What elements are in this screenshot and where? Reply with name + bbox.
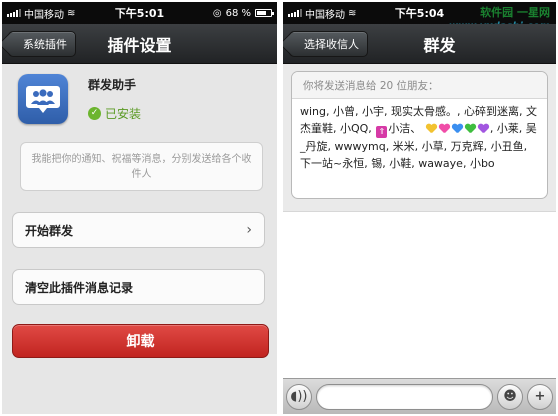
status-bar: 中国移动 ≋ 下午5:01 ◎ 68 %: [2, 2, 277, 24]
plugin-name: 群发助手: [88, 78, 137, 92]
start-broadcast-label: 开始群发: [25, 223, 74, 238]
battery-icon: [255, 9, 274, 17]
recipients-list: wing, 小曾, 小宇, 现实太骨感。, 心碎到迷离, 文杰童鞋, 小QQ, …: [292, 99, 547, 172]
back-button[interactable]: 系统插件: [8, 30, 76, 57]
uninstall-button[interactable]: 卸载: [12, 324, 269, 358]
wifi-icon: ≋: [348, 7, 357, 19]
right-screen: 中国移动 ≋ 下午5:04 软件园 一星网 www.yxdashi.com 选择…: [283, 2, 556, 414]
arrow-up-emoji-icon: ⇑: [376, 126, 388, 138]
input-bar: ◖)) ☻ +: [283, 378, 556, 414]
rotation-lock-icon: ◎: [212, 7, 222, 19]
signal-icon: [7, 9, 21, 17]
recipients-area: 你将发送消息给 20 位朋友： wing, 小曾, 小宇, 现实太骨感。, 心碎…: [283, 64, 556, 212]
carrier-label: 中国移动: [24, 9, 64, 21]
plugin-description: 我能把你的通知、祝福等消息，分别发送给各个收件人: [20, 142, 263, 191]
message-input[interactable]: [316, 383, 493, 410]
wifi-icon: ≋: [67, 7, 76, 19]
plus-icon[interactable]: +: [527, 383, 553, 410]
signal-icon: [288, 9, 302, 17]
plugin-header: 群发助手 ✓ 已安装: [2, 64, 277, 124]
watermark-text: 软件园 一星网: [480, 6, 550, 19]
battery-percent: 68 %: [225, 7, 251, 19]
recipients-line2: 小洁、: [388, 122, 422, 135]
recipients-hint: 你将发送消息给 20 位朋友：: [292, 72, 547, 99]
voice-icon[interactable]: ◖)): [286, 383, 312, 410]
heart-emoji-icon: [465, 124, 476, 134]
start-broadcast-button[interactable]: 开始群发 ›: [12, 212, 265, 248]
heart-emoji-icon: [426, 124, 437, 134]
install-status: ✓ 已安装: [88, 105, 141, 122]
nav-bar: 选择收信人 群发: [283, 24, 556, 64]
chevron-right-icon: ›: [246, 222, 252, 238]
people-group-icon: [18, 74, 68, 124]
nav-bar: 系统插件 插件设置: [2, 24, 277, 64]
hearts-emoji-group: [425, 122, 490, 135]
install-status-label: 已安装: [105, 107, 142, 121]
back-button[interactable]: 选择收信人: [289, 30, 368, 57]
recipients-box[interactable]: 你将发送消息给 20 位朋友： wing, 小曾, 小宇, 现实太骨感。, 心碎…: [291, 71, 548, 199]
carrier-label: 中国移动: [305, 9, 345, 21]
left-screen: 中国移动 ≋ 下午5:01 ◎ 68 % 系统插件 插件设置 群发助手 ✓ 已安…: [2, 2, 277, 414]
clear-history-label: 清空此插件消息记录: [25, 280, 134, 295]
heart-emoji-icon: [439, 124, 450, 134]
clear-history-button[interactable]: 清空此插件消息记录: [12, 269, 265, 305]
emoji-icon[interactable]: ☻: [497, 383, 523, 410]
heart-emoji-icon: [478, 124, 489, 134]
check-icon: ✓: [88, 107, 101, 120]
heart-emoji-icon: [452, 124, 463, 134]
